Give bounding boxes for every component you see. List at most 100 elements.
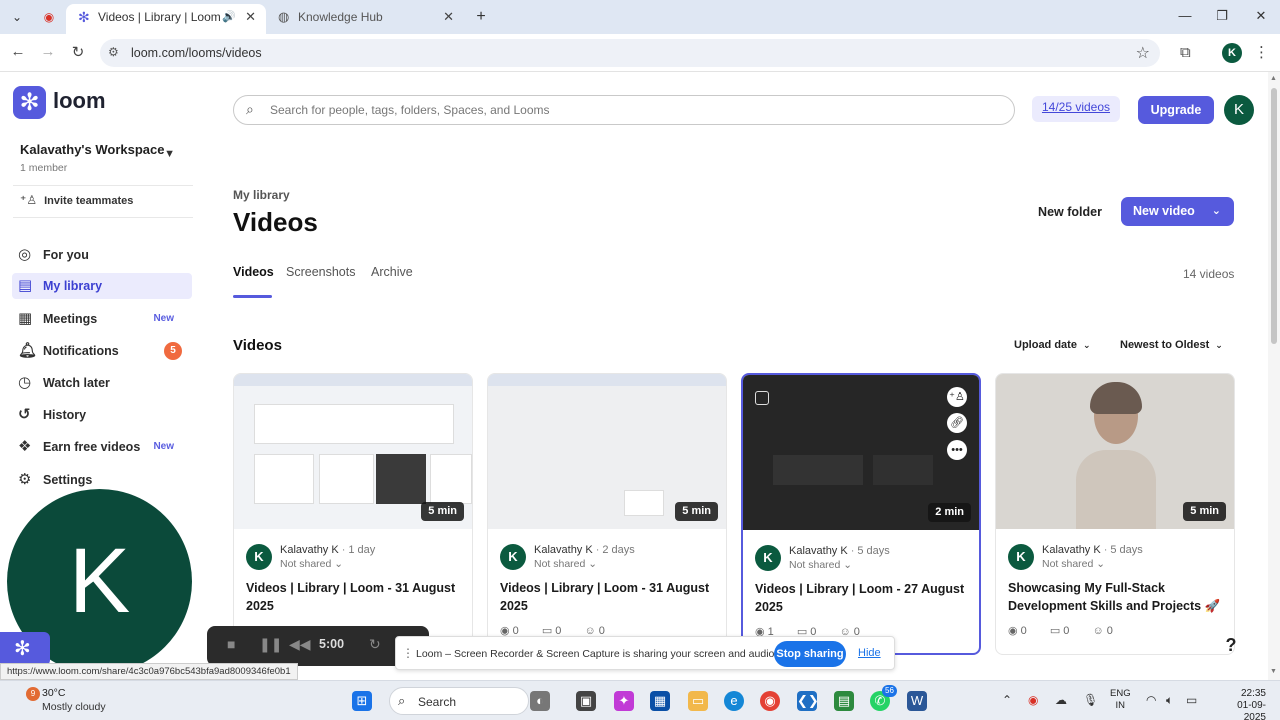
hide-banner-link[interactable]: Hide — [858, 647, 881, 659]
rewind-icon[interactable]: ◀◀ — [289, 636, 311, 653]
video-quota-link[interactable]: 14/25 videos — [1032, 96, 1120, 122]
copilot-icon[interactable]: ✦ — [614, 691, 634, 711]
windows-start-icon[interactable]: ⊞ — [352, 691, 372, 711]
workspace-switcher[interactable]: Kalavathy's Workspace 1 member ▼ — [20, 142, 180, 174]
sidebar-item-history[interactable]: ↺ History — [12, 402, 192, 428]
video-title[interactable]: Videos | Library | Loom - 31 August 2025 — [246, 579, 464, 615]
tab-archive[interactable]: Archive — [371, 265, 413, 279]
site-settings-icon[interactable]: ⚙ — [108, 45, 119, 59]
forward-icon[interactable]: → — [38, 43, 58, 60]
store-icon[interactable]: ▦ — [650, 691, 670, 711]
widgets-icon[interactable]: ◐ — [530, 691, 550, 711]
more-options-icon[interactable]: ••• — [947, 440, 967, 460]
video-card[interactable]: ⁺♙ 🔗︎ ••• 2 min K Kalavathy K · 5 days Not… — [741, 373, 981, 655]
volume-icon[interactable]: 🔈︎ — [1166, 693, 1173, 708]
sidebar-item-earn-free-videos[interactable]: ❖ Earn free videos New — [12, 434, 192, 460]
maximize-icon[interactable]: ❐ — [1212, 8, 1232, 24]
bookmark-star-icon[interactable]: ☆ — [1136, 43, 1150, 63]
tab-screenshots[interactable]: Screenshots — [286, 265, 355, 279]
battery-icon[interactable]: ▭ — [1186, 693, 1197, 707]
share-status-dropdown[interactable]: Not shared ⌄ — [534, 558, 597, 570]
help-icon[interactable]: ? — [1215, 630, 1247, 660]
owner-avatar[interactable]: K — [1008, 544, 1034, 570]
new-video-button[interactable]: New video ⌄ — [1121, 197, 1234, 226]
taskbar-search[interactable]: ⌕ Search — [389, 687, 529, 715]
address-bar[interactable]: ⚙ loom.com/looms/videos ☆ — [100, 39, 1160, 67]
task-view-icon[interactable]: ▣ — [576, 691, 596, 711]
video-card[interactable]: 5 min K Kalavathy K · 2 days Not shared ⌄ … — [487, 373, 727, 655]
system-clock[interactable]: 22:35 01-09-2025 — [1226, 688, 1266, 720]
page-scrollbar[interactable]: ▲ ▼ — [1268, 72, 1280, 680]
loom-recorder-button[interactable]: ✻ — [0, 632, 50, 666]
owner-avatar[interactable]: K — [246, 544, 272, 570]
select-video-checkbox[interactable] — [755, 391, 769, 405]
scroll-down-icon[interactable]: ▼ — [1270, 668, 1277, 675]
add-person-icon[interactable]: ⁺♙ — [947, 387, 967, 407]
sidebar-item-watch-later[interactable]: ◷ Watch later — [12, 370, 192, 396]
tray-cloud-icon[interactable]: ☁ — [1055, 693, 1067, 707]
owner-name[interactable]: Kalavathy K — [280, 544, 339, 556]
chrome-icon[interactable]: ◉ — [760, 691, 780, 711]
word-icon[interactable]: W — [907, 691, 927, 711]
share-status-dropdown[interactable]: Not shared ⌄ — [280, 558, 343, 570]
owner-avatar[interactable]: K — [755, 545, 781, 571]
tray-chevron-icon[interactable]: ⌃ — [1002, 693, 1012, 707]
video-title[interactable]: Videos | Library | Loom - 27 August 2025 — [755, 580, 973, 616]
search-input[interactable] — [270, 100, 990, 120]
recording-indicator-icon[interactable]: ◉ — [40, 8, 58, 26]
video-title[interactable]: Videos | Library | Loom - 31 August 2025 — [500, 579, 718, 615]
browser-tab-knowledge-hub[interactable]: ◍ Knowledge Hub ✕ — [266, 4, 464, 34]
search-bar[interactable]: ⌕ — [233, 95, 1015, 125]
file-explorer-icon[interactable]: ▭ — [688, 691, 708, 711]
microphone-icon[interactable]: 🎙︎ — [1083, 693, 1098, 707]
copy-link-icon[interactable]: 🔗︎ — [947, 413, 967, 433]
stop-sharing-button[interactable]: Stop sharing — [774, 641, 846, 667]
share-status-dropdown[interactable]: Not shared ⌄ — [789, 559, 852, 571]
back-icon[interactable]: ← — [8, 43, 28, 60]
owner-name[interactable]: Kalavathy K — [1042, 544, 1101, 556]
pause-icon[interactable]: ❚❚ — [259, 636, 282, 653]
close-tab-icon[interactable]: ✕ — [443, 4, 454, 30]
edge-icon[interactable]: e — [724, 691, 744, 711]
sort-field-dropdown[interactable]: Upload date ⌄ — [1014, 339, 1091, 351]
breadcrumb[interactable]: My library — [233, 188, 290, 202]
video-card[interactable]: 5 min K Kalavathy K · 1 day Not shared ⌄ V… — [233, 373, 473, 655]
spreadsheet-icon[interactable]: ▤ — [834, 691, 854, 711]
tab-search-chevron-icon[interactable]: ⌄ — [8, 8, 26, 26]
stop-recording-icon[interactable]: ■ — [227, 636, 235, 652]
new-folder-button[interactable]: New folder — [1030, 199, 1110, 225]
chrome-menu-icon[interactable]: ⋮ — [1254, 43, 1269, 61]
video-thumbnail[interactable]: 5 min — [996, 374, 1234, 529]
drag-handle-icon[interactable]: ⋮ — [402, 646, 414, 660]
wifi-icon[interactable]: ◠ — [1146, 693, 1156, 707]
owner-name[interactable]: Kalavathy K — [789, 545, 848, 557]
sidebar-item-for-you[interactable]: ◎ For you — [12, 242, 192, 268]
sidebar-item-my-library[interactable]: ▤ My library — [12, 273, 192, 299]
video-thumbnail[interactable]: 5 min — [234, 374, 472, 529]
video-thumbnail[interactable]: 5 min — [488, 374, 726, 529]
scroll-up-icon[interactable]: ▲ — [1270, 75, 1277, 82]
sort-order-dropdown[interactable]: Newest to Oldest ⌄ — [1120, 339, 1223, 351]
browser-tab-loom[interactable]: ✻ Videos | Library | Loom 🔊 ✕ — [66, 4, 266, 34]
tab-videos[interactable]: Videos — [233, 265, 274, 279]
audio-playing-icon[interactable]: 🔊 — [222, 4, 236, 30]
sidebar-item-notifications[interactable]: 🔔︎ Notifications 5 — [12, 338, 192, 364]
tray-recorder-icon[interactable]: ◉ — [1028, 693, 1038, 707]
extensions-icon[interactable]: ⧉ — [1180, 44, 1191, 61]
new-tab-icon[interactable]: + — [472, 8, 490, 26]
vscode-icon[interactable]: ❮❯ — [797, 691, 819, 711]
restart-icon[interactable]: ↻ — [369, 636, 381, 653]
chrome-profile-avatar[interactable]: K — [1222, 43, 1242, 63]
video-title[interactable]: Showcasing My Full-Stack Development Ski… — [1008, 579, 1226, 615]
owner-avatar[interactable]: K — [500, 544, 526, 570]
upgrade-button[interactable]: Upgrade — [1138, 96, 1214, 124]
language-indicator[interactable]: ENG IN — [1110, 688, 1131, 712]
sidebar-item-meetings[interactable]: ▦ Meetings New — [12, 306, 192, 332]
invite-teammates-button[interactable]: ⁺♙ Invite teammates — [20, 193, 133, 207]
share-status-dropdown[interactable]: Not shared ⌄ — [1042, 558, 1105, 570]
video-card[interactable]: 5 min K Kalavathy K · 5 days Not shared ⌄ … — [995, 373, 1235, 655]
owner-name[interactable]: Kalavathy K — [534, 544, 593, 556]
minimize-icon[interactable]: — — [1175, 8, 1195, 23]
reload-icon[interactable]: ↻ — [68, 43, 88, 61]
close-tab-icon[interactable]: ✕ — [245, 4, 256, 30]
